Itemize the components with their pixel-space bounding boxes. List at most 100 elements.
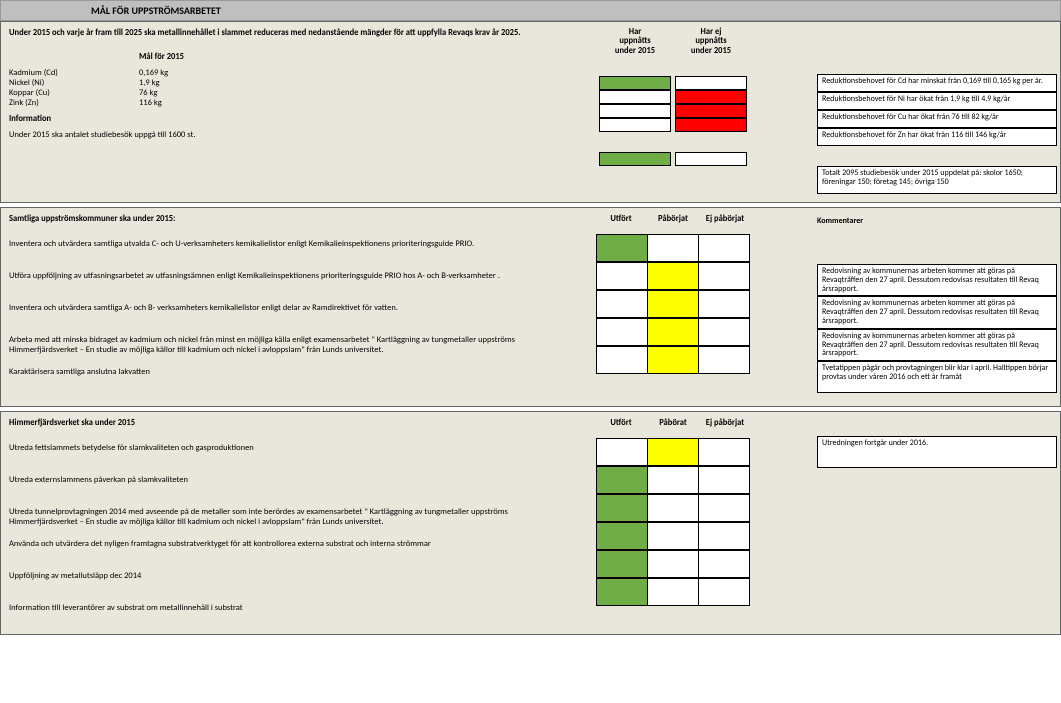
- task-text: Använda och utvärdera det nyligen framta…: [9, 538, 529, 570]
- status-row: [533, 118, 813, 132]
- status-cell: [596, 234, 648, 262]
- status-cell: [647, 346, 699, 374]
- status-cell: [698, 522, 750, 550]
- status-cell: [698, 550, 750, 578]
- status-cell: [647, 438, 699, 466]
- status-cell: [647, 522, 699, 550]
- status-row: [533, 346, 813, 374]
- metal-row: Kadmium (Cd)0,169 kg: [9, 68, 529, 78]
- comment-spacer: [817, 558, 1057, 588]
- status-cell: [675, 76, 747, 90]
- task-text: Utreda externslammens påverkan på slamkv…: [9, 474, 529, 506]
- status-row: [533, 76, 813, 90]
- metal-row: Koppar (Cu)76 kg: [9, 88, 529, 98]
- status-row: [533, 90, 813, 104]
- status-cell: [698, 234, 750, 262]
- task-text: Uppföljning av metallutsläpp dec 2014: [9, 570, 529, 602]
- comment-spacer: [817, 498, 1057, 528]
- status-cell: [596, 578, 648, 606]
- status-cell: [596, 522, 648, 550]
- status-row: [533, 234, 813, 262]
- comment-box: Redovisning av kommunernas arbeten komme…: [817, 296, 1057, 328]
- metal-row: Nickel (Ni)1,9 kg: [9, 78, 529, 88]
- page-title: MÅL FÖR UPPSTRÖMSARBETET: [0, 0, 1061, 21]
- comment-spacer: [817, 528, 1057, 558]
- status-row: [533, 318, 813, 346]
- status-row: [533, 550, 813, 578]
- comment-box: Reduktionsbehovet för Ni har ökat från 1…: [817, 92, 1057, 110]
- status-cell: [596, 346, 648, 374]
- comment-box: Redovisning av kommunernas arbeten komme…: [817, 329, 1057, 361]
- status-cell: [596, 262, 648, 290]
- status-cell: [596, 318, 648, 346]
- status-cell: [647, 234, 699, 262]
- status-header: UtförtPåbörjatEj påbörjat: [533, 214, 813, 224]
- task-text: Inventera och utvärdera samtliga A- och …: [9, 302, 529, 334]
- comment-spacer: [817, 588, 1057, 618]
- info-status-row: [533, 152, 813, 166]
- task-text: Inventera och utvärdera samtliga utvalda…: [9, 238, 529, 270]
- task-text: Utföra uppföljning av utfasningsarbetet …: [9, 270, 529, 302]
- metal-row: Zink (Zn)116 kg: [9, 98, 529, 108]
- status-cell: [675, 118, 747, 132]
- comment-box: Tvetatippen pågår och provtagningen blir…: [817, 361, 1057, 393]
- status-cell: [599, 104, 671, 118]
- status-cell: [599, 90, 671, 104]
- status-cell: [698, 318, 750, 346]
- info-text: Under 2015 ska antalet studiebesök uppgå…: [9, 130, 529, 140]
- status-cell: [675, 152, 747, 166]
- info-label: Information: [9, 114, 529, 124]
- status-cell: [647, 550, 699, 578]
- status-header: UtförtPåböratEj påbörjat: [533, 418, 813, 428]
- status-cell: [698, 438, 750, 466]
- task-text: Arbeta med att minska bidraget av kadmiu…: [9, 334, 529, 366]
- status-row: [533, 494, 813, 522]
- task-text: Utreda fettslammets betydelse för slamkv…: [9, 442, 529, 474]
- comment-box: Totalt 2095 studiebesök under 2015 uppde…: [817, 166, 1057, 194]
- section-upstream: Samtliga uppströmskommuner ska under 201…: [0, 207, 1061, 407]
- status-cell: [647, 494, 699, 522]
- comment-box: Reduktionsbehovet för Cu har ökat från 7…: [817, 110, 1057, 128]
- status-row: [533, 438, 813, 466]
- status-cell: [698, 346, 750, 374]
- status-row: [533, 262, 813, 290]
- status-cell: [596, 438, 648, 466]
- status-cell: [698, 578, 750, 606]
- comment-box: Redovisning av kommunernas arbeten komme…: [817, 264, 1057, 296]
- status-row: [533, 578, 813, 606]
- status-cell: [698, 262, 750, 290]
- status-cell: [675, 104, 747, 118]
- status-cell: [599, 118, 671, 132]
- status-cell: [647, 318, 699, 346]
- status-cell: [596, 550, 648, 578]
- status-cell: [596, 290, 648, 318]
- status-cell: [647, 466, 699, 494]
- section-heading: Himmerfjärdsverket ska under 2015: [9, 418, 529, 428]
- goals-header: Mål för 2015: [139, 52, 259, 62]
- status-cell: [647, 578, 699, 606]
- status-row: [533, 290, 813, 318]
- task-text: Karaktärisera samtliga anslutna lakvatte…: [9, 366, 529, 398]
- status-cell: [647, 290, 699, 318]
- status-header: Haruppnåttsunder 2015 Har ejuppnåttsunde…: [533, 28, 813, 56]
- task-text: Utreda tunnelprovtagningen 2014 med avse…: [9, 506, 529, 538]
- status-cell: [599, 152, 671, 166]
- section-heading: Samtliga uppströmskommuner ska under 201…: [9, 214, 529, 224]
- task-text: Information till leverantörer av substra…: [9, 602, 529, 634]
- comment-box: Reduktionsbehovet för Zn har ökat från 1…: [817, 128, 1057, 146]
- status-cell: [698, 494, 750, 522]
- comment-spacer: [817, 234, 1057, 264]
- status-cell: [596, 466, 648, 494]
- intro-text: Under 2015 och varje år fram till 2025 s…: [9, 28, 529, 38]
- comment-spacer: [817, 468, 1057, 498]
- status-row: [533, 466, 813, 494]
- status-cell: [675, 90, 747, 104]
- status-cell: [647, 262, 699, 290]
- status-row: [533, 104, 813, 118]
- status-cell: [596, 494, 648, 522]
- status-cell: [698, 290, 750, 318]
- status-cell: [698, 466, 750, 494]
- section-himmer: Himmerfjärdsverket ska under 2015 Utreda…: [0, 411, 1061, 635]
- status-cell: [599, 76, 671, 90]
- status-row: [533, 522, 813, 550]
